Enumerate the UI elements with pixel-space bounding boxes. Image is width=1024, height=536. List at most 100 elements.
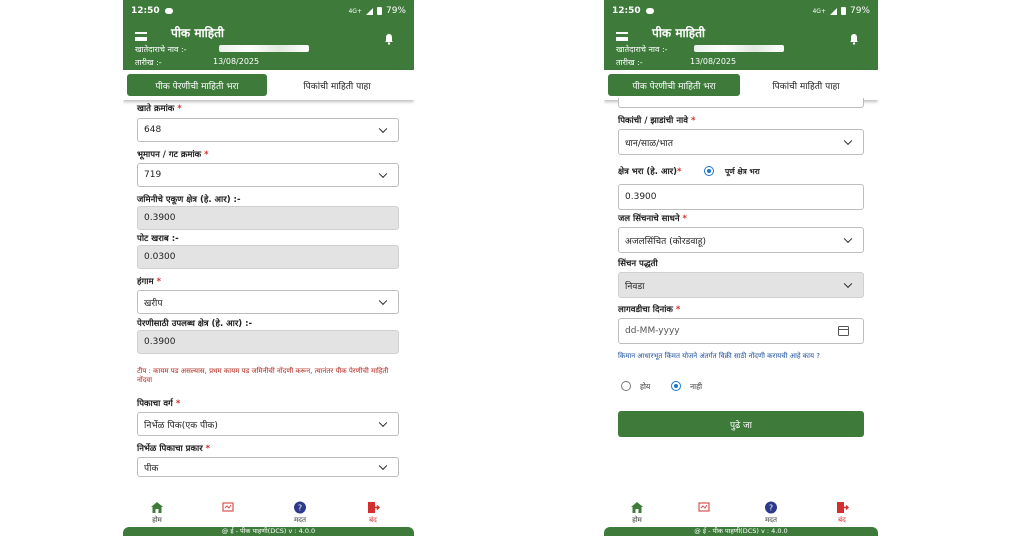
exit-icon (835, 501, 849, 514)
crop-survey-icon (697, 501, 711, 514)
chevron-down-icon (378, 461, 388, 471)
irrigation-method-select[interactable]: निवडा (618, 272, 864, 298)
battery-icon (840, 7, 846, 15)
network-type: 4G+ (812, 7, 826, 15)
irrigation-source-label: जल सिंचनाचे साधने * (618, 214, 687, 224)
tab-bar: पीक पेरणीची माहिती भरा पिकांची माहिती पा… (604, 70, 878, 100)
network-type: 4G+ (348, 7, 362, 15)
chevron-down-icon (378, 296, 388, 306)
chevron-down-icon (843, 279, 853, 289)
status-time: 12:50 (612, 6, 641, 16)
nav-help[interactable]: ? मदत (280, 501, 320, 525)
msp-no-label: नाही (690, 382, 703, 391)
menu-icon[interactable] (135, 32, 147, 41)
app-version-footer: @ ई - पीक पाहणी(DCS) v : 4.0.0 (604, 527, 878, 536)
menu-icon[interactable] (616, 32, 628, 41)
nav-close[interactable]: बंद (353, 501, 393, 525)
app-header: पीक माहिती खातेदाराचे नाव :- तारीख :- 13… (604, 22, 878, 70)
account-no-label: खाते क्रमांक * (137, 104, 182, 114)
calendar-icon[interactable] (838, 326, 849, 336)
page-title: पीक माहिती (171, 26, 225, 40)
svg-text:?: ? (769, 504, 773, 513)
date-value: 13/08/2025 (213, 57, 260, 66)
nav-help[interactable]: ? मदत (751, 501, 791, 525)
msp-no-radio[interactable] (671, 381, 681, 391)
battery-icon (376, 7, 382, 15)
nav-home-label: होम (632, 516, 642, 524)
nav-help-label: मदत (765, 516, 777, 524)
full-area-radio[interactable] (704, 166, 714, 176)
app-header: पीक माहिती खातेदाराचे नाव :- तारीख :- 13… (123, 22, 414, 70)
tab-bar: पीक पेरणीची माहिती भरा पिकांची माहिती पा… (123, 70, 414, 100)
season-select[interactable]: खरीप (137, 290, 399, 314)
total-area-label: जमिनीचे एकूण क्षेत्र (हे. आर) :- (137, 195, 241, 205)
irrigation-source-select[interactable]: अजलसिंचित (कोरडवाहू) (618, 227, 864, 253)
bell-icon[interactable] (383, 30, 395, 45)
nav-close-label: बंद (369, 516, 377, 524)
area-input[interactable]: 0.3900 (618, 184, 864, 210)
chevron-down-icon (378, 169, 388, 179)
nav-home-label: होम (152, 516, 162, 524)
tab-view-crop-info[interactable]: पिकांची माहिती पाहा (267, 74, 407, 96)
home-icon (150, 501, 164, 514)
crop-names-select[interactable]: धान/साळ/भात (618, 129, 864, 155)
next-button[interactable]: पुढे जा (618, 411, 864, 437)
battery-level: 79% (849, 6, 870, 16)
nav-crop-survey[interactable] (684, 501, 724, 516)
home-icon (630, 501, 644, 514)
full-area-label: पूर्ण क्षेत्र भरा (725, 167, 760, 176)
nav-close[interactable]: बंद (822, 501, 862, 525)
signal-icon (829, 7, 837, 15)
owner-name-label: खातेदाराचे नाव :- (616, 45, 668, 54)
msp-yes-radio[interactable] (621, 381, 631, 391)
irrigation-method-label: सिंचन पद्धती (618, 259, 658, 269)
crop-class-select[interactable]: निर्भेळ पिक(एक पीक) (137, 412, 399, 436)
tab-fill-sowing-info[interactable]: पीक पेरणीची माहिती भरा (608, 74, 740, 96)
phone-screen-right: 12:50 4G+ 79% पीक माहिती खातेदाराचे नाव … (604, 0, 878, 536)
sowing-date-input[interactable]: dd-MM-yyyy (618, 318, 864, 344)
owner-name-value (694, 45, 784, 52)
crop-names-label: पिकांची / झाडांची नावे * (618, 116, 696, 126)
bottom-nav: होम ? मदत बंद (123, 497, 414, 527)
battery-level: 79% (385, 6, 406, 16)
tab-fill-sowing-info[interactable]: पीक पेरणीची माहिती भरा (127, 74, 267, 96)
crop-type-label: निर्भेळ पिकाचा प्रकार * (137, 444, 211, 454)
nav-home[interactable]: होम (137, 501, 177, 525)
app-version-footer: @ ई - पीक पाहणी(DCS) v : 4.0.0 (123, 527, 414, 536)
nav-help-label: मदत (294, 516, 306, 524)
chevron-down-icon (843, 234, 853, 244)
survey-no-select[interactable]: 719 (137, 163, 399, 187)
chat-notification-icon (645, 8, 654, 14)
chat-notification-icon (164, 8, 173, 14)
owner-name-label: खातेदाराचे नाव :- (135, 45, 187, 54)
available-area-label: पेरणीसाठी उपलब्ध क्षेत्र (हे. आर) :- (137, 319, 253, 329)
nav-crop-survey[interactable] (208, 501, 248, 516)
account-no-select[interactable]: 648 (137, 118, 399, 142)
tab-view-crop-info[interactable]: पिकांची माहिती पाहा (740, 74, 872, 96)
chevron-down-icon (378, 418, 388, 428)
survey-no-label: भूमापन / गट क्रमांक * (137, 150, 209, 160)
status-time: 12:50 (131, 6, 160, 16)
help-icon: ? (764, 501, 778, 514)
date-label: तारीख :- (616, 58, 643, 67)
date-label: तारीख :- (135, 58, 162, 67)
available-area-field: 0.3900 (137, 330, 399, 354)
msp-yes-label: होय (640, 382, 651, 391)
pot-kharab-label: पोट खराब :- (137, 234, 179, 244)
exit-icon (366, 501, 380, 514)
area-fill-label: क्षेत्र भरा (हे. आर)* (618, 167, 682, 177)
chevron-down-icon (843, 136, 853, 146)
info-note: टीप : कायम पड असल्यास, प्रथम कायम पड जमि… (137, 367, 389, 384)
crop-survey-icon (221, 501, 235, 514)
svg-text:?: ? (298, 504, 302, 513)
page-title: पीक माहिती (652, 26, 706, 40)
bell-icon[interactable] (848, 30, 860, 45)
crop-type-select[interactable]: पीक (137, 457, 399, 477)
crop-class-label: पिकाचा वर्ग * (137, 399, 181, 409)
status-bar: 12:50 4G+ 79% (604, 0, 878, 22)
phone-screen-left: 12:50 4G+ 79% पीक माहिती खातेदाराचे नाव … (123, 0, 414, 536)
status-bar: 12:50 4G+ 79% (123, 0, 414, 22)
season-label: हंगाम * (137, 277, 162, 287)
help-icon: ? (293, 501, 307, 514)
nav-home[interactable]: होम (617, 501, 657, 525)
